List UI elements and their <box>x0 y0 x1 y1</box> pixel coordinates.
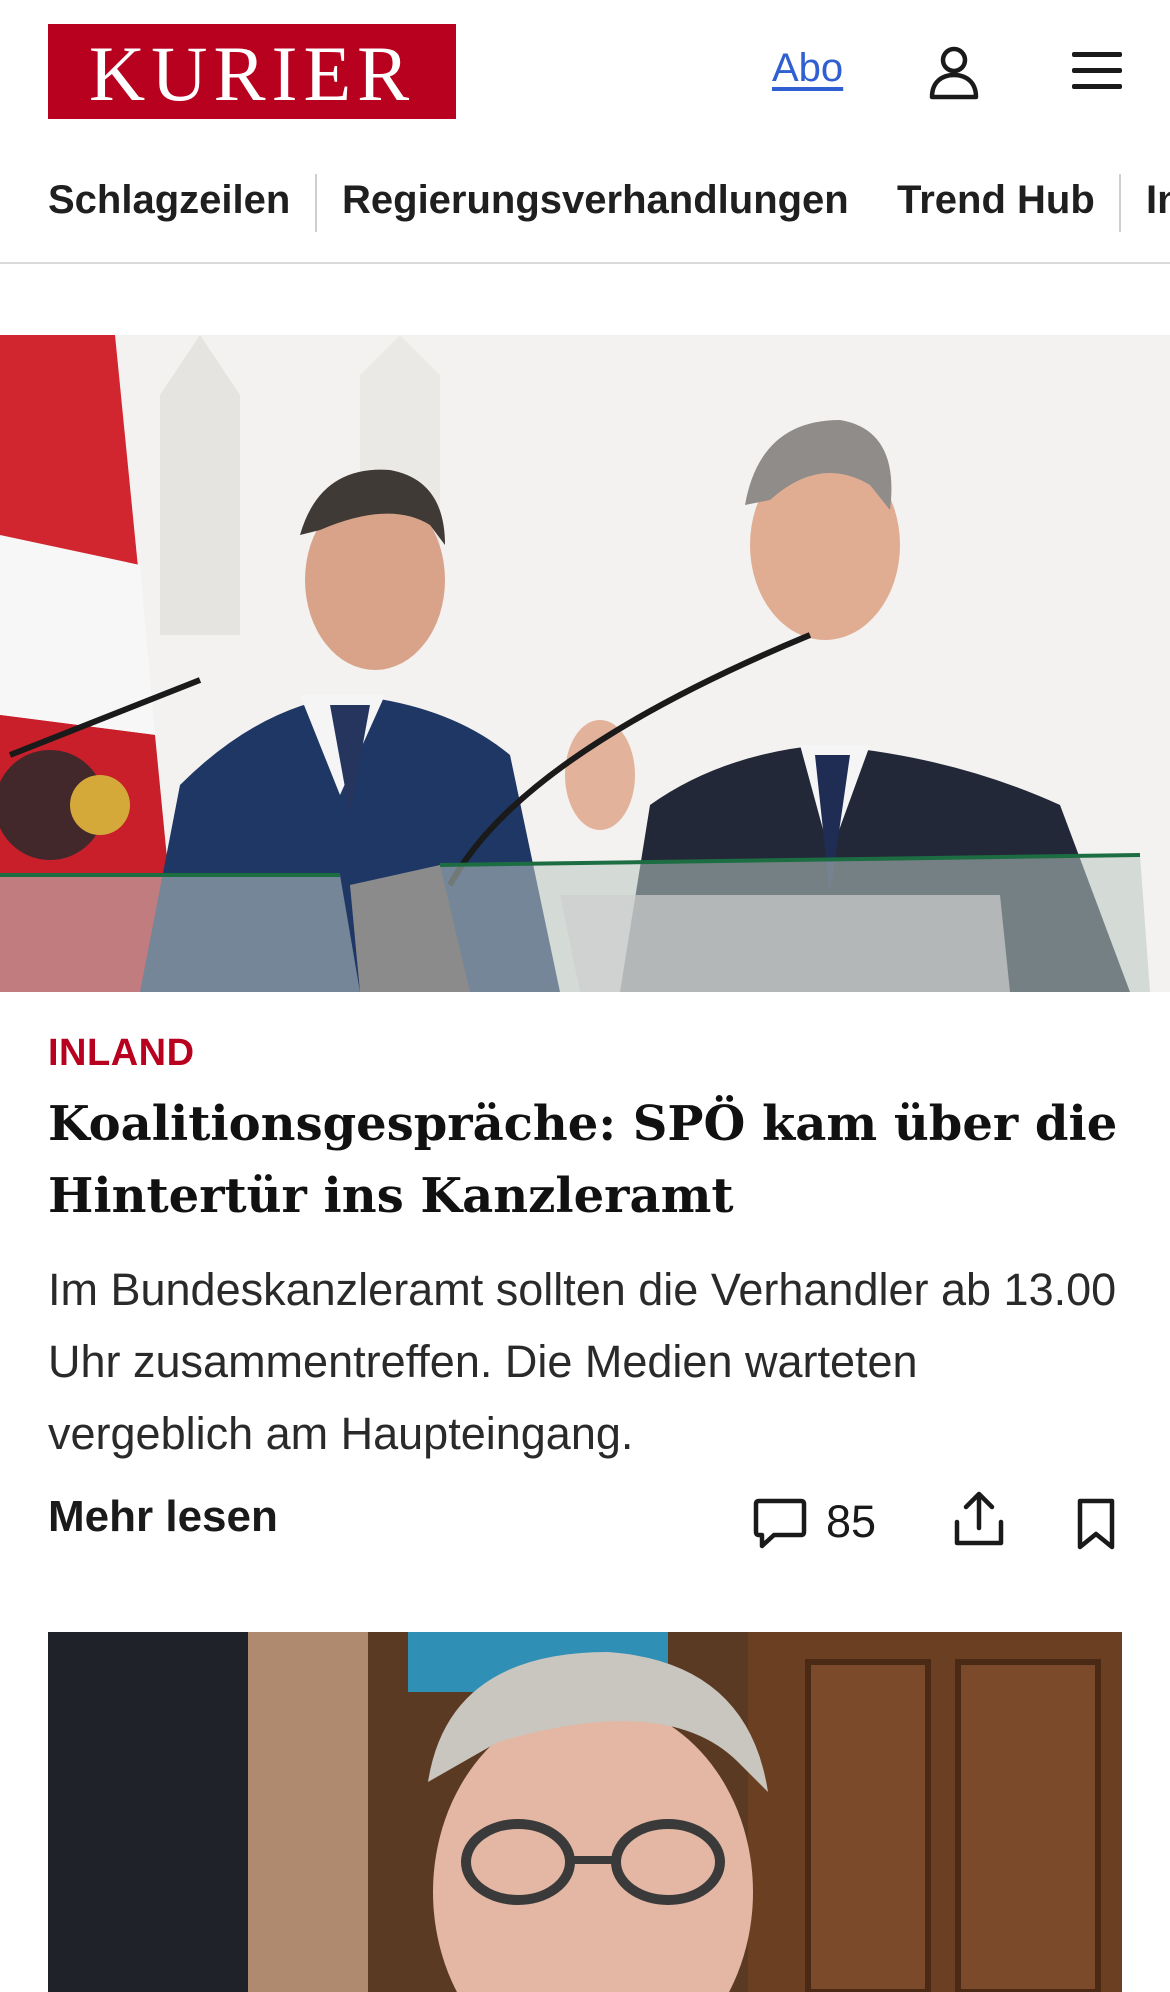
comment-icon[interactable] <box>752 1498 808 1550</box>
nav-divider <box>1119 174 1121 232</box>
bookmark-icon[interactable] <box>1076 1498 1116 1550</box>
article-hero-image[interactable] <box>0 335 1170 992</box>
hamburger-menu-icon[interactable] <box>1070 48 1124 94</box>
nav-item-truncated[interactable]: In <box>1146 178 1170 223</box>
site-header: KURIER Abo <box>0 0 1170 145</box>
press-conference-photo <box>0 335 1170 992</box>
nav-item-schlagzeilen[interactable]: Schlagzeilen <box>48 178 290 223</box>
kurier-logo[interactable]: KURIER <box>48 24 456 119</box>
read-more-link[interactable]: Mehr lesen <box>48 1492 278 1542</box>
logo-text: KURIER <box>88 29 416 117</box>
nav-item-regierungsverhandlungen[interactable]: Regierungsverhandlungen <box>342 178 849 223</box>
abo-link[interactable]: Abo <box>772 46 843 91</box>
user-icon[interactable] <box>928 44 980 100</box>
portrait-photo <box>48 1632 1122 1992</box>
article-headline[interactable]: Koalitionsgespräche: SPÖ kam über die Hi… <box>48 1088 1122 1232</box>
nav-divider <box>315 174 317 232</box>
article-category[interactable]: INLAND <box>48 1032 195 1075</box>
nav-item-trend-hub[interactable]: Trend Hub <box>897 178 1095 223</box>
share-icon[interactable] <box>952 1490 1006 1548</box>
section-nav: Schlagzeilen Regierungsverhandlungen Tre… <box>0 160 1170 264</box>
article-teaser: Im Bundeskanzleramt sollten die Verhandl… <box>48 1264 1117 1459</box>
article-image[interactable] <box>48 1632 1122 1992</box>
comment-count[interactable]: 85 <box>826 1496 876 1548</box>
